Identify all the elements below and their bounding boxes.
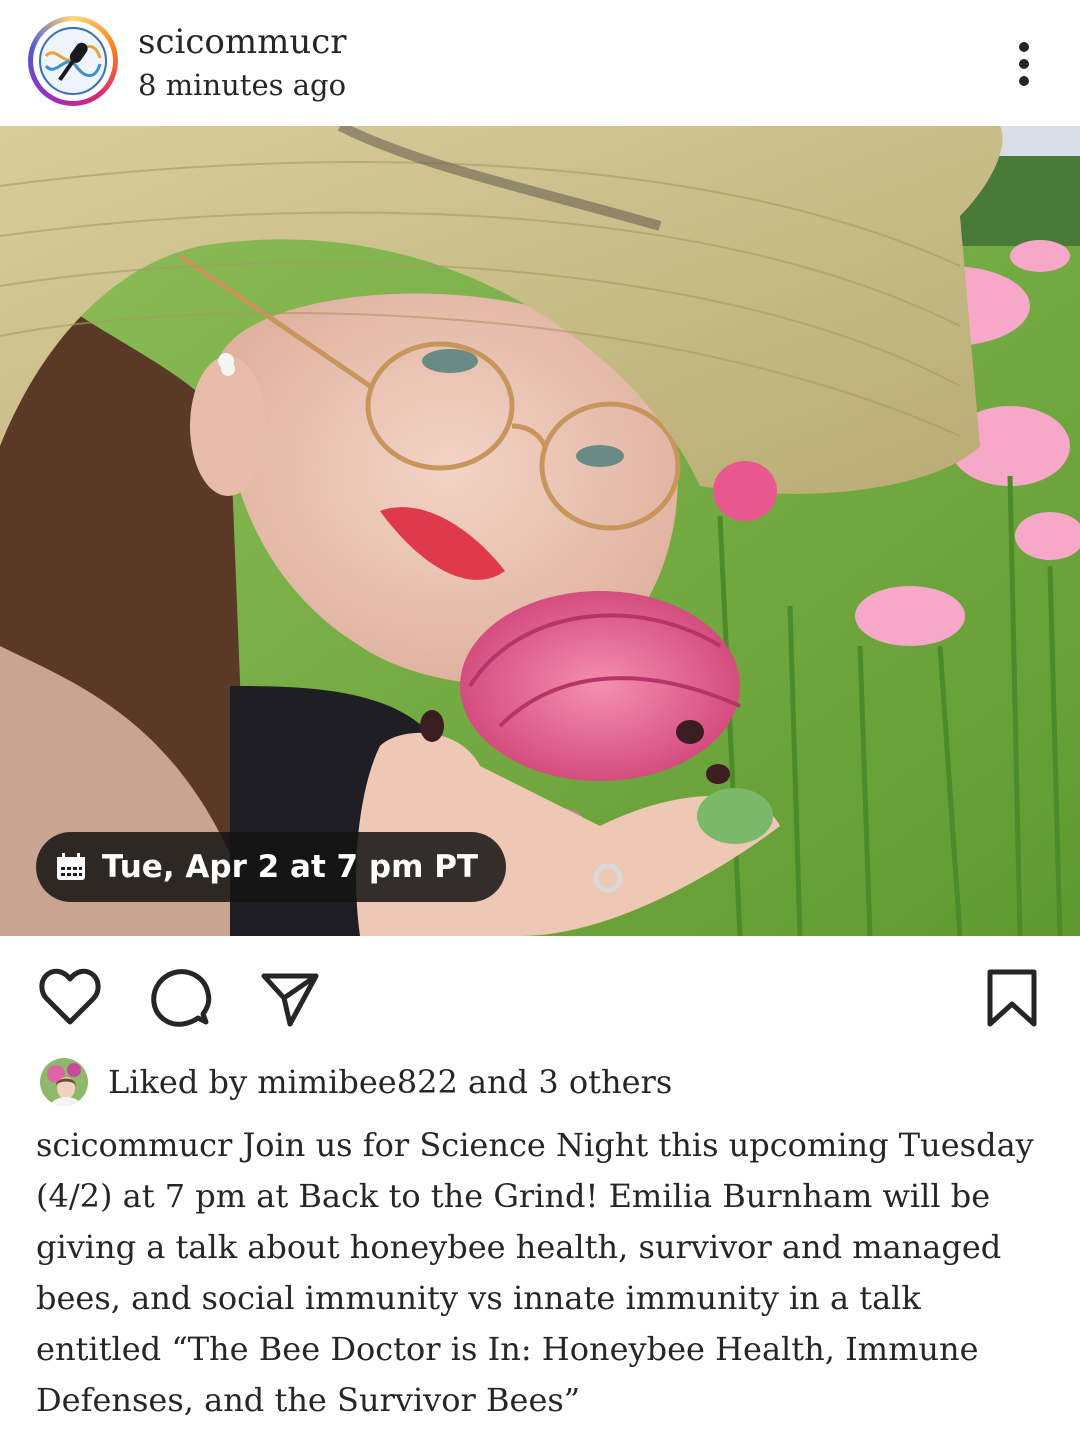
likes-row[interactable]: Liked by mimibee822 and 3 others [40,1058,672,1106]
post-username[interactable]: scicommucr [138,22,347,62]
avatar[interactable] [28,16,118,106]
event-date-chip[interactable]: Tue, Apr 2 at 7 pm PT [36,832,507,902]
post-caption: scicommucr Join us for Science Night thi… [36,1120,1051,1426]
event-date-text: Tue, Apr 2 at 7 pm PT [102,849,479,885]
caption-text: Join us for Science Night this upcoming … [36,1126,1034,1419]
more-vertical-icon[interactable] [1004,36,1044,92]
heart-icon[interactable] [38,966,102,1030]
send-icon[interactable] [258,966,322,1030]
post-photo[interactable]: Tue, Apr 2 at 7 pm PT [0,126,1080,936]
comment-icon[interactable] [148,966,212,1030]
bookmark-icon[interactable] [980,966,1044,1030]
action-bar [0,936,1080,1046]
post-timestamp: 8 minutes ago [138,68,347,102]
portrait-with-flowers-image [0,126,1080,936]
likes-text: Liked by mimibee822 and 3 others [108,1063,673,1101]
post-header: scicommucr 8 minutes ago [0,0,1080,126]
microphone-icon [38,26,108,96]
calendar-icon [57,853,85,880]
liker-avatar[interactable] [40,1058,88,1106]
caption-username[interactable]: scicommucr [36,1126,232,1164]
